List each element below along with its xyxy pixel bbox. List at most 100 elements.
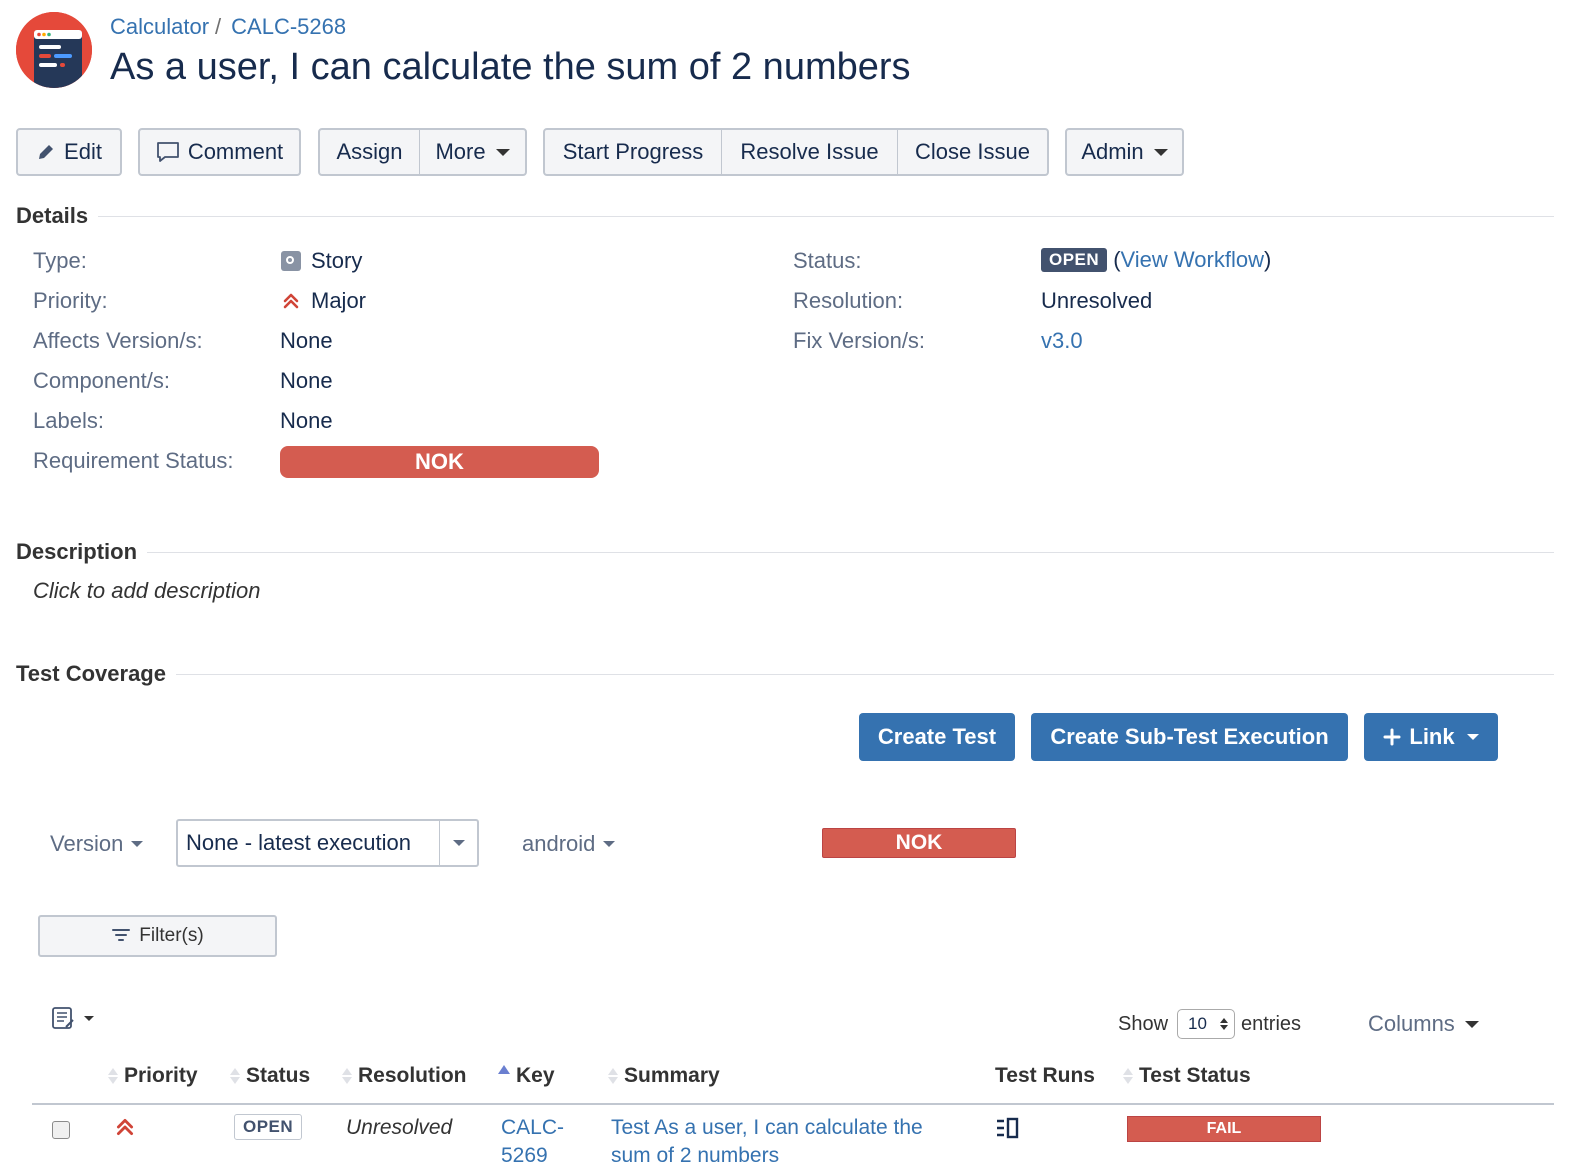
table-column-menu[interactable]	[50, 1005, 94, 1031]
version-dropdown-label: Version	[50, 831, 124, 856]
close-issue-button[interactable]: Close Issue	[898, 130, 1047, 174]
column-header-key-label: Key	[516, 1064, 555, 1087]
table-header-divider	[32, 1103, 1554, 1105]
column-header-resolution-label: Resolution	[358, 1064, 467, 1087]
status-lozenge: OPEN	[1041, 248, 1108, 272]
fix-version-label: Fix Version/s:	[793, 328, 926, 353]
chevron-down-icon	[452, 840, 465, 846]
row-checkbox[interactable]	[52, 1121, 70, 1139]
test-runs-icon	[997, 1117, 1019, 1139]
major-priority-icon	[116, 1118, 134, 1136]
version-dropdown[interactable]: Version	[50, 831, 144, 857]
resolve-issue-button[interactable]: Resolve Issue	[722, 130, 898, 174]
comment-button[interactable]: Comment	[138, 128, 301, 176]
description-section-header: Description	[16, 539, 1554, 565]
resolution-label: Resolution:	[793, 288, 904, 313]
chevron-down-icon	[1153, 148, 1168, 156]
column-header-test-runs: Test Runs	[995, 1064, 1095, 1088]
row-resolution: Unresolved	[346, 1116, 453, 1139]
row-key-link-line2[interactable]: 5269	[501, 1144, 548, 1168]
more-dropdown[interactable]: More	[420, 130, 525, 174]
assign-button-label: Assign	[336, 139, 403, 164]
start-progress-label: Start Progress	[562, 139, 704, 164]
select-arrow[interactable]	[439, 821, 477, 865]
row-summary-link-line1[interactable]: Test As a user, I can calculate the	[611, 1116, 923, 1140]
version-select[interactable]: None - latest execution	[176, 819, 479, 867]
edit-button[interactable]: Edit	[16, 128, 122, 176]
link-dropdown[interactable]: Link	[1364, 713, 1498, 761]
status-value: OPEN (View Workflow)	[1041, 247, 1271, 273]
breadcrumb-issue-key-link[interactable]: CALC-5268	[231, 14, 346, 39]
description-placeholder[interactable]: Click to add description	[33, 578, 260, 604]
major-priority-icon	[283, 293, 299, 309]
chevron-down-icon	[131, 841, 144, 847]
column-header-status-label: Status	[246, 1064, 311, 1087]
environment-dropdown-label: android	[522, 831, 596, 856]
admin-dropdown[interactable]: Admin	[1065, 128, 1184, 176]
details-heading: Details	[16, 203, 89, 228]
section-divider	[147, 551, 1554, 553]
show-label: Show	[1118, 1013, 1169, 1035]
labels-value: None	[280, 408, 333, 433]
columns-dropdown-label: Columns	[1368, 1011, 1455, 1036]
assign-button[interactable]: Assign	[320, 130, 420, 174]
filters-button[interactable]: Filter(s)	[38, 915, 277, 957]
column-list-icon	[52, 1007, 74, 1029]
view-workflow-link[interactable]: View Workflow	[1121, 247, 1264, 272]
columns-dropdown[interactable]: Columns	[1368, 1011, 1479, 1037]
resolve-issue-label: Resolve Issue	[740, 139, 879, 164]
version-select-value: None - latest execution	[186, 830, 412, 855]
chevron-down-icon	[603, 841, 616, 847]
affects-version-value: None	[280, 328, 333, 353]
labels-label: Labels:	[33, 408, 104, 433]
sort-icon	[608, 1068, 618, 1084]
resolution-value: Unresolved	[1041, 288, 1153, 313]
row-test-runs[interactable]	[995, 1117, 1021, 1144]
page-title: As a user, I can calculate the sum of 2 …	[110, 46, 911, 88]
column-header-summary[interactable]: Summary	[608, 1064, 720, 1088]
column-header-priority[interactable]: Priority	[108, 1064, 198, 1088]
column-header-test-status-label: Test Status	[1139, 1064, 1251, 1087]
chevron-down-icon	[1466, 734, 1479, 740]
column-header-resolution[interactable]: Resolution	[342, 1064, 467, 1088]
entries-select[interactable]: 10	[1177, 1009, 1235, 1039]
create-sub-test-execution-button[interactable]: Create Sub-Test Execution	[1031, 713, 1348, 761]
view-workflow-wrapper: (View Workflow)	[1113, 247, 1271, 273]
type-value-text: Story	[311, 248, 363, 273]
components-label: Component/s:	[33, 368, 170, 393]
environment-dropdown[interactable]: android	[522, 831, 616, 857]
affects-version-label: Affects Version/s:	[33, 328, 203, 353]
column-header-summary-label: Summary	[624, 1064, 720, 1087]
plus-icon	[1383, 728, 1401, 746]
type-value: Story	[281, 248, 362, 274]
breadcrumb-project-link[interactable]: Calculator	[110, 14, 209, 39]
pencil-icon	[39, 145, 54, 159]
row-status-lozenge: OPEN	[234, 1114, 303, 1140]
start-progress-button[interactable]: Start Progress	[545, 130, 722, 174]
sort-icon	[108, 1068, 118, 1084]
column-header-status[interactable]: Status	[230, 1064, 310, 1088]
fix-version-link[interactable]: v3.0	[1041, 328, 1083, 354]
sort-icon	[342, 1068, 352, 1084]
breadcrumb: Calculator / CALC-5268	[110, 14, 346, 40]
column-header-test-runs-label: Test Runs	[995, 1064, 1095, 1087]
create-test-button[interactable]: Create Test	[859, 713, 1015, 761]
test-coverage-section-header: Test Coverage	[16, 661, 1554, 687]
column-header-test-status[interactable]: Test Status	[1123, 1064, 1251, 1088]
requirement-status-badge: NOK	[280, 446, 599, 478]
project-avatar[interactable]	[16, 12, 92, 88]
filter-icon	[112, 929, 131, 941]
row-key-link-line1[interactable]: CALC-	[501, 1116, 564, 1140]
workflow-group: Start Progress Resolve Issue Close Issue	[543, 128, 1049, 176]
status-label: Status:	[793, 248, 862, 273]
comment-button-label: Comment	[187, 139, 284, 164]
sort-ascending-icon	[498, 1064, 510, 1074]
admin-dropdown-label: Admin	[1081, 139, 1144, 164]
details-section-header: Details	[16, 203, 1554, 229]
row-summary-link-line2[interactable]: sum of 2 numbers	[611, 1144, 779, 1168]
type-label: Type:	[33, 248, 87, 273]
paren-open: (	[1113, 247, 1121, 272]
chevron-down-icon	[84, 1015, 94, 1021]
column-header-key[interactable]: Key	[498, 1064, 555, 1088]
updown-icon	[1220, 1018, 1228, 1030]
